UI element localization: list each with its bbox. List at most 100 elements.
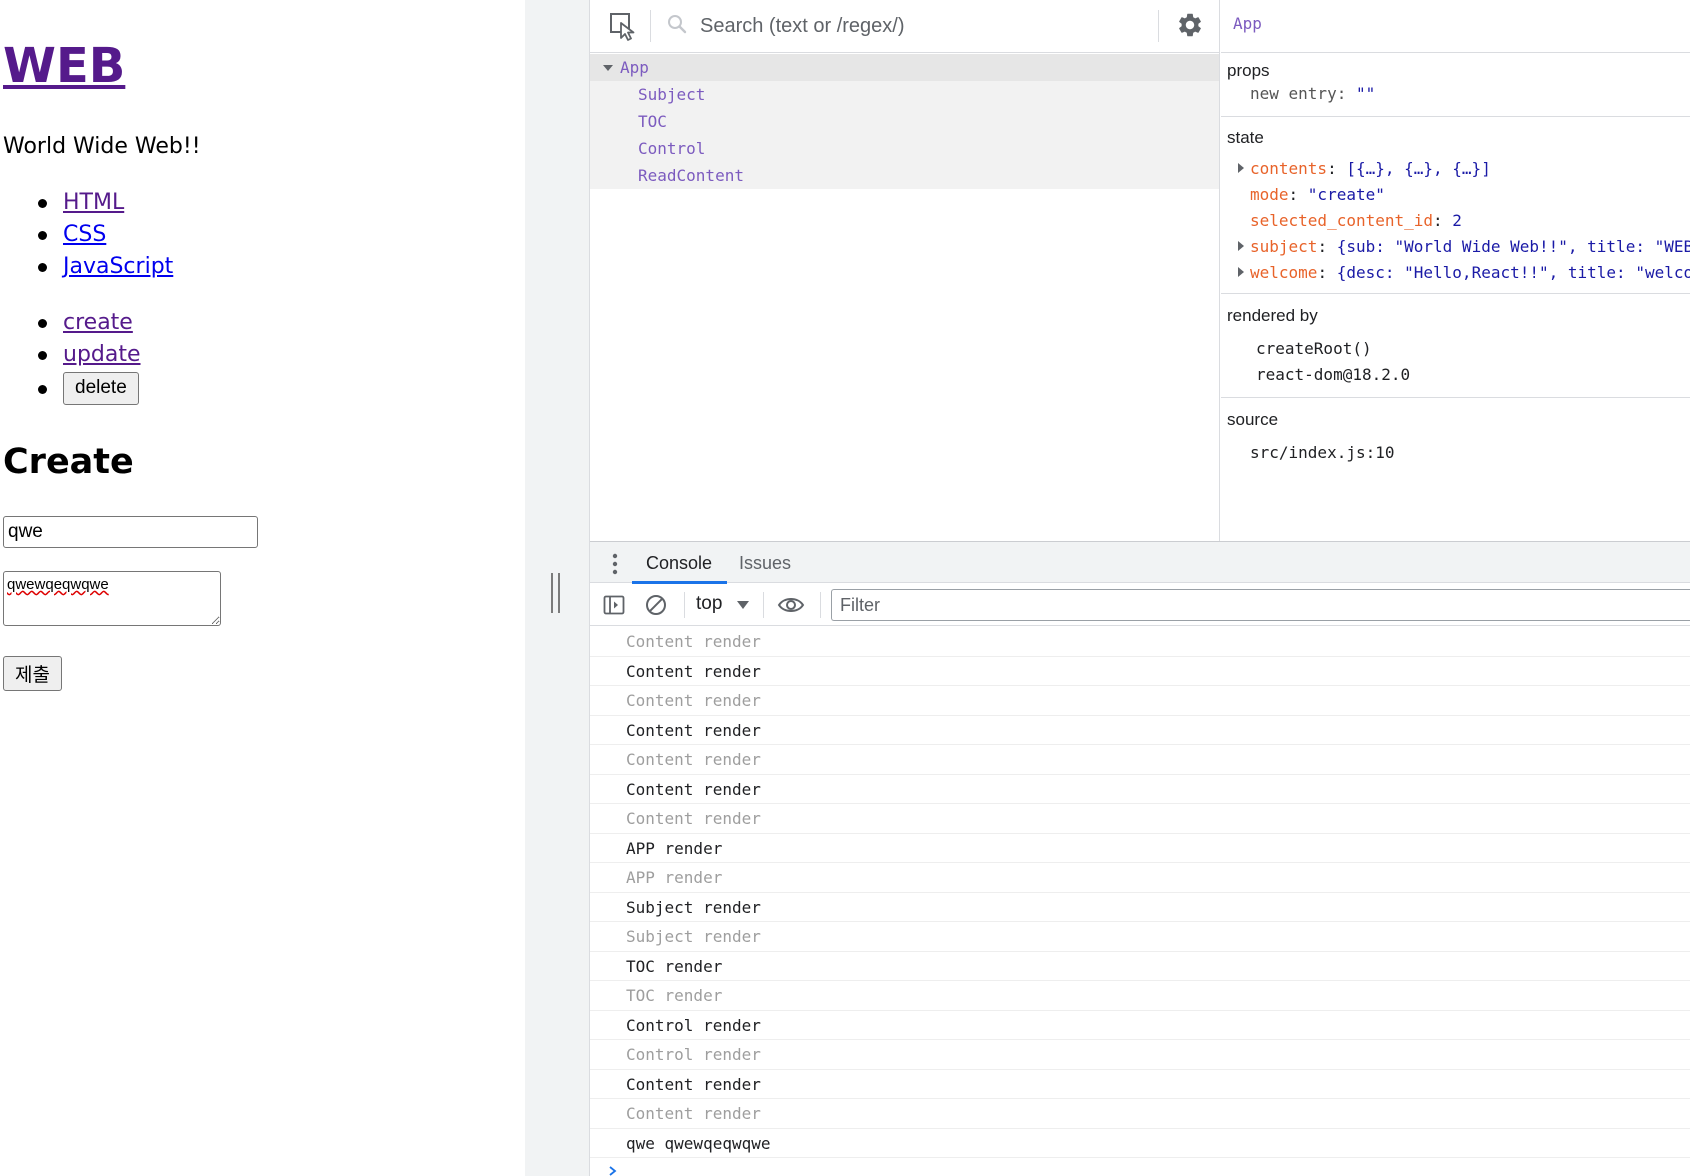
caret-down-icon[interactable]: [603, 65, 613, 71]
chevron-down-icon[interactable]: [737, 601, 749, 609]
components-tree-pane: App Subject TOC Control ReadContent: [590, 0, 1220, 541]
state-value: {sub: "World Wide Web!!", title: "WEB"}: [1336, 237, 1690, 256]
update-link[interactable]: update: [63, 342, 141, 367]
tree-node-label: App: [620, 58, 649, 77]
state-value[interactable]: 2: [1452, 211, 1462, 230]
state-row-contents[interactable]: contents: [{…}, {…}, {…}]: [1250, 159, 1491, 179]
rendered-by-item: react-dom@18.2.0: [1256, 365, 1411, 384]
splitter-grip-icon[interactable]: [551, 573, 560, 613]
state-value: [{…}, {…}, {…}]: [1346, 159, 1491, 178]
tree-node-subject[interactable]: Subject: [590, 81, 1219, 108]
toolbar-divider: [820, 592, 821, 618]
console-message: Content render: [590, 627, 1690, 657]
console-message: TOC render: [590, 952, 1690, 981]
clear-console-icon[interactable]: [644, 593, 668, 617]
state-row-selected-content-id[interactable]: selected_content_id: 2: [1250, 211, 1462, 231]
tab-issues[interactable]: Issues: [739, 553, 791, 574]
control-item: update: [38, 339, 141, 371]
toolbar-divider: [763, 592, 764, 618]
props-section-title: props: [1227, 61, 1270, 80]
devtools-panel: App Subject TOC Control ReadContent App …: [590, 0, 1690, 1176]
toolbar-divider: [1158, 10, 1159, 42]
console-message: Content render: [590, 716, 1690, 745]
toc-link-javascript[interactable]: JavaScript: [63, 254, 173, 279]
console-message: APP render: [590, 834, 1690, 863]
state-value[interactable]: "create": [1308, 185, 1385, 204]
gear-icon[interactable]: [1176, 11, 1204, 39]
console-message: Control render: [590, 1040, 1690, 1070]
components-toolbar: [590, 0, 1220, 53]
components-tree: App Subject TOC Control ReadContent: [590, 54, 1219, 189]
page-title-link[interactable]: WEB: [3, 38, 125, 94]
toolbar-divider: [650, 10, 651, 42]
console-message: Content render: [590, 657, 1690, 686]
console-message: Content render: [590, 804, 1690, 834]
chevron-right-icon: [609, 1166, 617, 1176]
form-heading: Create: [3, 442, 134, 482]
panel-splitter[interactable]: [525, 0, 590, 1176]
sidebar-toggle-icon[interactable]: [602, 593, 626, 617]
toc-link-css[interactable]: CSS: [63, 222, 106, 247]
prop-value[interactable]: "": [1356, 84, 1375, 103]
console-message: Content render: [590, 686, 1690, 716]
toc-link-html[interactable]: HTML: [63, 190, 124, 215]
console-message: Content render: [590, 745, 1690, 775]
console-message: Subject render: [590, 922, 1690, 952]
submit-button[interactable]: 제출: [3, 656, 62, 691]
eye-icon[interactable]: [777, 593, 805, 617]
description-textarea[interactable]: qwewqeqwqwe: [3, 571, 221, 626]
tree-node-control[interactable]: Control: [590, 135, 1219, 162]
toc-item: HTML: [38, 187, 173, 219]
state-key: mode: [1250, 185, 1289, 204]
create-link[interactable]: create: [63, 310, 133, 335]
control-list: create update delete: [38, 307, 141, 411]
inspect-element-icon[interactable]: [608, 11, 638, 41]
search-icon: [668, 15, 687, 34]
expand-arrow-icon[interactable]: [1238, 241, 1244, 251]
state-row-welcome[interactable]: welcome: {desc: "Hello,React!!", title: …: [1250, 263, 1690, 283]
inspector-header: App: [1221, 0, 1690, 53]
expand-arrow-icon[interactable]: [1238, 267, 1244, 277]
tree-node-toc[interactable]: TOC: [590, 108, 1219, 135]
console-messages: Content render Content render Content rend…: [590, 627, 1690, 1158]
source-location-link[interactable]: src/index.js:10: [1250, 443, 1395, 463]
context-selector[interactable]: top: [696, 593, 722, 615]
tree-node-app[interactable]: App: [590, 54, 1219, 81]
expand-arrow-icon[interactable]: [1238, 163, 1244, 173]
state-value: {desc: "Hello,React!!", title: "welcome: [1336, 263, 1690, 282]
console-message: APP render: [590, 863, 1690, 893]
page-title: WEB: [3, 36, 125, 96]
tab-console[interactable]: Console: [646, 553, 712, 574]
drawer-tab-bar: Console Issues: [590, 541, 1690, 584]
console-message: Subject render: [590, 893, 1690, 922]
toc-list: HTML CSS JavaScript: [38, 187, 173, 283]
state-key: subject: [1250, 237, 1318, 256]
page-subtitle: World Wide Web!!: [3, 134, 201, 159]
console-message: Content render: [590, 1070, 1690, 1099]
section-divider: [1221, 293, 1690, 294]
tree-node-readcontent[interactable]: ReadContent: [590, 162, 1219, 189]
toc-item: JavaScript: [38, 251, 173, 283]
console-prompt[interactable]: [590, 1160, 1690, 1176]
control-item: delete: [38, 371, 141, 411]
prop-row-new-entry[interactable]: new entry: "": [1250, 84, 1375, 104]
console-filter-input[interactable]: [831, 589, 1690, 621]
web-page: WEB World Wide Web!! HTML CSS JavaScript…: [0, 0, 525, 1176]
console-message: Content render: [590, 775, 1690, 804]
console-message: qwe qwewqeqwqwe: [590, 1129, 1690, 1158]
components-search-input[interactable]: [700, 8, 1140, 44]
prop-key: new entry: [1250, 84, 1337, 103]
section-divider: [1221, 116, 1690, 117]
title-input[interactable]: [3, 516, 258, 548]
selected-component-name: App: [1233, 14, 1262, 33]
more-options-icon[interactable]: [612, 553, 618, 575]
rendered-by-section-title: rendered by: [1227, 306, 1318, 325]
state-section-title: state: [1227, 128, 1264, 147]
console-message: Content render: [590, 1099, 1690, 1129]
console-toolbar: top: [590, 584, 1690, 626]
delete-button[interactable]: delete: [63, 371, 139, 405]
state-row-mode[interactable]: mode: "create": [1250, 185, 1385, 205]
state-row-subject[interactable]: subject: {sub: "World Wide Web!!", title…: [1250, 237, 1690, 257]
state-key: welcome: [1250, 263, 1318, 282]
state-key: selected_content_id: [1250, 211, 1434, 230]
